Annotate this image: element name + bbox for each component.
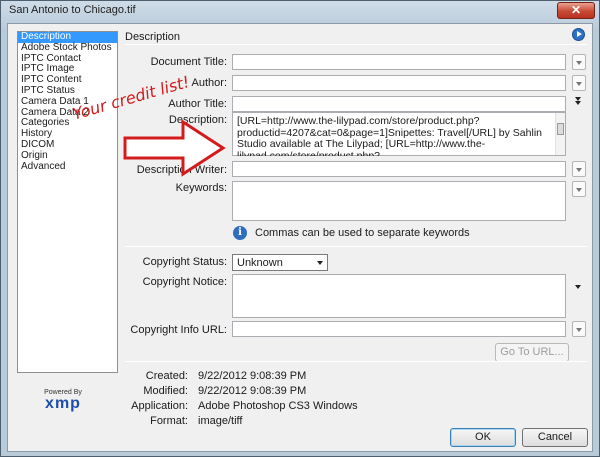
cancel-button[interactable]: Cancel <box>522 428 588 447</box>
header-divider <box>125 44 587 45</box>
copyright-url-label: Copyright Info URL: <box>130 324 227 336</box>
xmp-logo: Powered By xmp <box>33 389 93 412</box>
sidebar-item-advanced[interactable]: Advanced <box>18 161 117 173</box>
category-list: Description Adobe Stock Photos IPTC Cont… <box>17 31 118 373</box>
play-circle-icon[interactable] <box>572 28 585 41</box>
created-value: 9/22/2012 9:08:39 PM <box>198 370 307 382</box>
copyright-status-label: Copyright Status: <box>142 256 227 268</box>
format-label: Format: <box>150 415 188 427</box>
document-title-label: Document Title: <box>150 56 227 68</box>
copyright-status-select[interactable]: Unknown <box>232 254 328 271</box>
meta-divider <box>125 361 587 362</box>
document-title-dropdown[interactable] <box>572 54 586 70</box>
copyright-notice-label: Copyright Notice: <box>142 276 227 288</box>
author-title-field[interactable] <box>232 96 566 112</box>
copyright-url-field[interactable] <box>232 321 566 337</box>
panel-title: Description <box>125 31 181 43</box>
close-button[interactable]: ✕ <box>557 2 595 19</box>
sidebar-item-adobe-stock-photos[interactable]: Adobe Stock Photos <box>18 42 117 54</box>
annotation-arrow-icon <box>123 119 226 177</box>
keywords-hint-text: Commas can be used to separate keywords <box>255 227 470 239</box>
copyright-url-dropdown[interactable] <box>572 321 586 337</box>
title-bar[interactable]: San Antonio to Chicago.tif ✕ <box>1 1 599 21</box>
keywords-dropdown[interactable] <box>572 181 586 197</box>
ok-button[interactable]: OK <box>450 428 516 447</box>
application-value: Adobe Photoshop CS3 Windows <box>198 400 358 412</box>
metadata-dialog-window: San Antonio to Chicago.tif ✕ Description… <box>0 0 600 457</box>
keywords-textarea[interactable] <box>232 181 566 221</box>
description-textarea[interactable]: [URL=http://www.the-lilypad.com/store/pr… <box>232 112 566 156</box>
dialog-body: Description Adobe Stock Photos IPTC Cont… <box>7 23 593 452</box>
description-scrollbar[interactable] <box>555 113 565 155</box>
copyright-status-value: Unknown <box>237 257 283 269</box>
xmp-brand: xmp <box>45 395 81 412</box>
copyright-divider <box>125 246 587 247</box>
document-title-field[interactable] <box>232 54 566 70</box>
application-label: Application: <box>131 400 188 412</box>
author-dropdown[interactable] <box>572 75 586 91</box>
format-value: image/tiff <box>198 415 243 427</box>
sidebar-item-origin[interactable]: Origin <box>18 150 117 162</box>
copyright-notice-dropdown[interactable] <box>573 280 585 294</box>
description-writer-field[interactable] <box>232 161 566 177</box>
window-title: San Antonio to Chicago.tif <box>9 4 136 16</box>
description-dropdown[interactable] <box>573 92 585 106</box>
info-icon: i <box>233 226 247 240</box>
description-writer-dropdown[interactable] <box>572 161 586 177</box>
created-label: Created: <box>145 370 188 382</box>
keywords-label: Keywords: <box>175 182 227 194</box>
go-to-url-button[interactable]: Go To URL... <box>495 343 569 362</box>
modified-value: 9/22/2012 9:08:39 PM <box>198 385 307 397</box>
description-text: [URL=http://www.the-lilypad.com/store/pr… <box>237 115 542 156</box>
modified-label: Modified: <box>143 385 188 397</box>
copyright-notice-textarea[interactable] <box>232 274 566 318</box>
author-field[interactable] <box>232 75 566 91</box>
scrollbar-thumb[interactable] <box>557 123 564 135</box>
